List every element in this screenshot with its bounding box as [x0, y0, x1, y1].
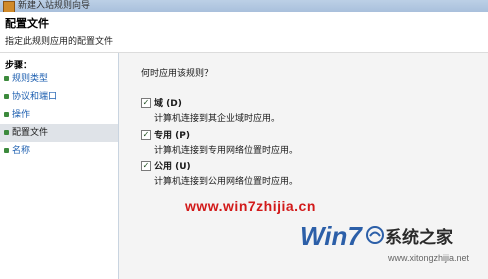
step-action[interactable]: 操作 — [0, 106, 118, 124]
step-label: 配置文件 — [12, 128, 49, 138]
step-profile[interactable]: 配置文件 — [0, 124, 118, 142]
site-name: 系统之家 — [385, 228, 453, 247]
step-label: 操作 — [12, 110, 31, 120]
win7-logo-text: Win7 — [300, 221, 362, 251]
step-bullet-icon — [4, 148, 9, 153]
site-url: www.xitongzhijia.net — [388, 253, 470, 263]
step-label: 规则类型 — [12, 74, 49, 84]
option-name: 域 (D) — [154, 99, 182, 109]
steps-sidebar: 步骤： 规则类型 协议和端口 操作 配置文件 名称 — [0, 53, 119, 279]
private-checkbox[interactable]: ✓ — [141, 130, 151, 140]
option-name: 公用 (U) — [154, 162, 191, 172]
option-description: 计算机连接到专用网络位置时应用。 — [154, 146, 299, 156]
title-bar: 新建入站规则向导 — [0, 0, 488, 13]
watermark-url: www.win7zhijia.cn — [185, 198, 316, 214]
option-description: 计算机连接到其企业域时应用。 — [154, 114, 281, 124]
domain-checkbox[interactable]: ✓ — [141, 98, 151, 108]
step-bullet-icon — [4, 94, 9, 99]
option-public: ✓ 公用 (U) 计算机连接到公用网络位置时应用。 — [141, 159, 461, 187]
window-title: 新建入站规则向导 — [18, 1, 91, 11]
option-description: 计算机连接到公用网络位置时应用。 — [154, 177, 299, 187]
bird-logo-icon — [366, 226, 384, 244]
option-name: 专用 (P) — [154, 131, 190, 141]
step-rule-type[interactable]: 规则类型 — [0, 70, 118, 88]
step-bullet-icon — [4, 130, 9, 135]
watermark-logo: Win7 系统之家 www.xitongzhijia.net — [300, 217, 480, 267]
step-protocol-port[interactable]: 协议和端口 — [0, 88, 118, 106]
step-label: 协议和端口 — [12, 92, 58, 102]
option-private: ✓ 专用 (P) 计算机连接到专用网络位置时应用。 — [141, 128, 461, 156]
page-subtitle: 指定此规则应用的配置文件 — [5, 37, 114, 47]
step-bullet-icon — [4, 112, 9, 117]
wizard-header: 配置文件 指定此规则应用的配置文件 — [0, 12, 488, 53]
question-label: 何时应用该规则？ — [141, 69, 214, 79]
step-bullet-icon — [4, 76, 9, 81]
public-checkbox[interactable]: ✓ — [141, 161, 151, 171]
step-label: 名称 — [12, 146, 31, 156]
step-name[interactable]: 名称 — [0, 142, 118, 160]
option-domain: ✓ 域 (D) 计算机连接到其企业域时应用。 — [141, 96, 461, 124]
page-title: 配置文件 — [5, 17, 49, 30]
